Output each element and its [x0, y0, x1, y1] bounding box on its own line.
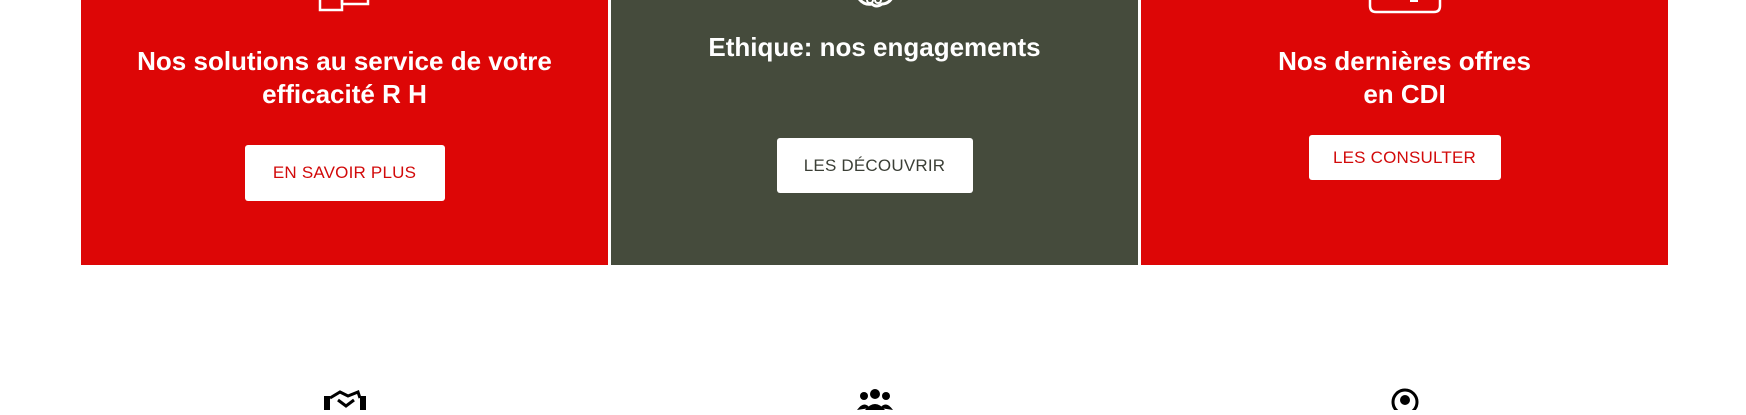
learn-more-button[interactable]: EN SAVOIR PLUS [244, 145, 445, 201]
documents-icon [316, 0, 374, 19]
solutions-panel: Nos solutions au service de votre effica… [81, 0, 608, 265]
jobs-title-line2: en CDI [1363, 79, 1446, 109]
handshake-icon [324, 388, 366, 415]
solutions-title-line2: efficacité R H [262, 79, 427, 109]
briefcase-icon [1366, 0, 1444, 19]
jobs-title: Nos dernières offres en CDI [1141, 45, 1668, 111]
jobs-panel: Nos dernières offres en CDI LES CONSULTE… [1141, 0, 1668, 265]
solutions-title: Nos solutions au service de votre effica… [81, 45, 608, 111]
discover-button[interactable]: LES DÉCOUVRIR [776, 138, 973, 193]
consult-button[interactable]: LES CONSULTER [1308, 135, 1501, 180]
user-icon [1390, 388, 1420, 415]
ethics-title: Ethique: nos engagements [611, 31, 1138, 64]
ethics-panel: Ethique: nos engagements LES DÉCOUVRIR [611, 0, 1138, 265]
solutions-title-line1: Nos solutions au service de votre [137, 46, 552, 76]
handshake-icon [852, 0, 898, 15]
team-icon [857, 388, 893, 415]
ethics-title-line1: Ethique: nos engagements [708, 32, 1041, 62]
jobs-title-line1: Nos dernières offres [1278, 46, 1531, 76]
